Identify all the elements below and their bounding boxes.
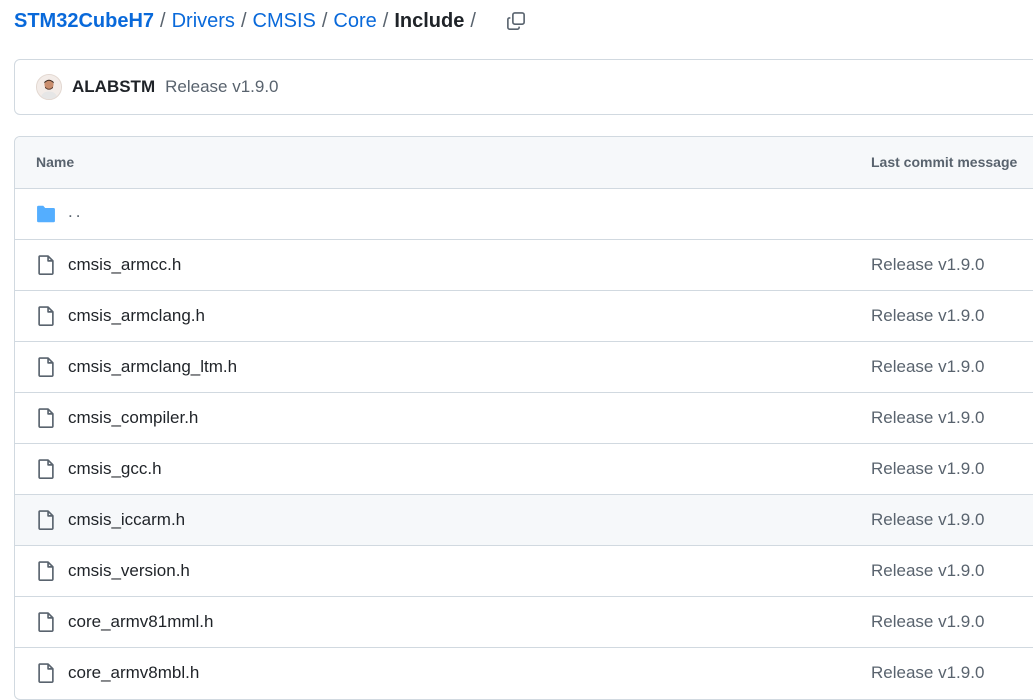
file-icon [38, 561, 54, 582]
breadcrumb-current: Include [394, 9, 465, 32]
breadcrumb-separator: / [470, 9, 476, 32]
file-icon [38, 612, 54, 633]
table-header: Name Last commit message [15, 137, 1033, 189]
file-row[interactable]: cmsis_armclang_ltm.h Release v1.9.0 [15, 342, 1033, 393]
file-icon [38, 306, 54, 327]
parent-directory-link[interactable]: .. [68, 202, 83, 222]
file-name-link[interactable]: core_armv8mbl.h [68, 663, 199, 683]
file-icon [38, 663, 54, 684]
folder-icon [37, 205, 55, 223]
copy-icon [506, 12, 525, 30]
file-commit-message-link[interactable]: Release v1.9.0 [871, 459, 984, 479]
commit-message-link[interactable]: Release v1.9.0 [165, 77, 278, 97]
file-commit-message-link[interactable]: Release v1.9.0 [871, 663, 984, 683]
file-name-link[interactable]: cmsis_armclang_ltm.h [68, 357, 237, 377]
file-icon [38, 255, 54, 276]
avatar[interactable] [36, 74, 62, 100]
breadcrumb-separator: / [321, 9, 328, 32]
file-name-link[interactable]: cmsis_armclang.h [68, 306, 205, 326]
file-commit-message-link[interactable]: Release v1.9.0 [871, 408, 984, 428]
breadcrumb-separator: / [382, 9, 389, 32]
file-row[interactable]: core_armv8mbl.h Release v1.9.0 [15, 648, 1033, 699]
breadcrumb-separator: / [240, 9, 247, 32]
file-icon [38, 357, 54, 378]
file-icon [38, 459, 54, 480]
column-header-last-commit: Last commit message [871, 154, 1018, 170]
commit-author-link[interactable]: ALABSTM [72, 77, 155, 97]
file-name-link[interactable]: cmsis_compiler.h [68, 408, 198, 428]
breadcrumb-repo-link[interactable]: STM32CubeH7 [14, 10, 154, 33]
column-header-name: Name [36, 154, 75, 170]
file-row[interactable]: cmsis_version.h Release v1.9.0 [15, 546, 1033, 597]
file-name-link[interactable]: cmsis_iccarm.h [68, 510, 185, 530]
file-row[interactable]: cmsis_armclang.h Release v1.9.0 [15, 291, 1033, 342]
file-row[interactable]: cmsis_iccarm.h Release v1.9.0 [15, 495, 1033, 546]
breadcrumb-cmsis-link[interactable]: CMSIS [253, 10, 316, 33]
latest-commit-box: ALABSTM Release v1.9.0 [14, 59, 1033, 115]
file-icon [38, 408, 54, 429]
avatar-image [37, 75, 61, 99]
parent-directory-row[interactable]: .. [15, 189, 1033, 240]
breadcrumb-core-link[interactable]: Core [333, 10, 376, 33]
file-commit-message-link[interactable]: Release v1.9.0 [871, 357, 984, 377]
copy-path-button[interactable] [504, 9, 528, 33]
breadcrumb-separator: / [160, 9, 166, 32]
file-commit-message-link[interactable]: Release v1.9.0 [871, 612, 984, 632]
file-name-link[interactable]: cmsis_version.h [68, 561, 190, 581]
file-commit-message-link[interactable]: Release v1.9.0 [871, 255, 984, 275]
file-row[interactable]: cmsis_compiler.h Release v1.9.0 [15, 393, 1033, 444]
file-row[interactable]: cmsis_gcc.h Release v1.9.0 [15, 444, 1033, 495]
file-table: Name Last commit message .. cmsis_armcc.… [14, 136, 1033, 700]
file-name-link[interactable]: core_armv81mml.h [68, 612, 214, 632]
file-row[interactable]: cmsis_armcc.h Release v1.9.0 [15, 240, 1033, 291]
file-icon [38, 510, 54, 531]
file-name-link[interactable]: cmsis_gcc.h [68, 459, 162, 479]
file-commit-message-link[interactable]: Release v1.9.0 [871, 561, 984, 581]
file-row[interactable]: core_armv81mml.h Release v1.9.0 [15, 597, 1033, 648]
file-commit-message-link[interactable]: Release v1.9.0 [871, 306, 984, 326]
file-commit-message-link[interactable]: Release v1.9.0 [871, 510, 984, 530]
breadcrumb-drivers-link[interactable]: Drivers [172, 10, 235, 33]
breadcrumb: STM32CubeH7 / Drivers / CMSIS / Core / I… [14, 7, 528, 35]
file-name-link[interactable]: cmsis_armcc.h [68, 255, 181, 275]
